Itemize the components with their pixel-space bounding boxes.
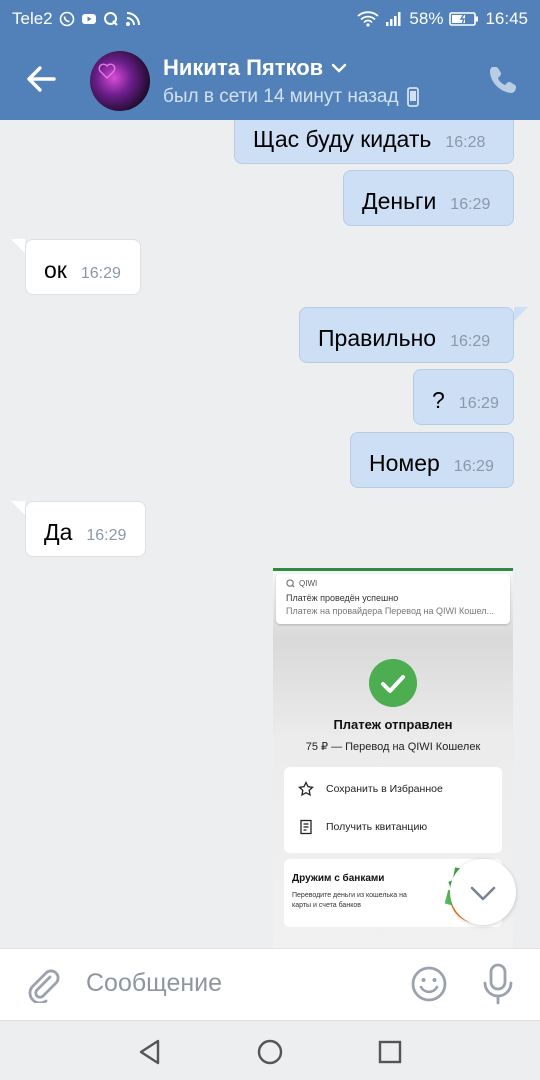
qiwi-icon bbox=[103, 12, 118, 26]
payment-subtitle: 75 ₽ — Перевод на QIWI Кошелек bbox=[305, 741, 481, 753]
notification-app-name: QIWI bbox=[299, 579, 318, 588]
bubble-tail bbox=[514, 307, 528, 321]
microphone-icon[interactable] bbox=[481, 963, 515, 1005]
avatar[interactable] bbox=[90, 51, 150, 111]
bubble-tail bbox=[11, 501, 25, 515]
message-time: 16:29 bbox=[458, 395, 499, 412]
notification-title: Платёж проведён успешно bbox=[286, 593, 399, 603]
nav-recents-icon[interactable] bbox=[375, 1037, 405, 1067]
promo-title: Дружим с банками bbox=[292, 873, 385, 884]
message-outgoing[interactable]: Правильно 16:29 bbox=[299, 307, 514, 363]
message-time: 16:29 bbox=[450, 196, 491, 213]
message-text: Щас буду кидать bbox=[253, 126, 432, 152]
message-text: Правильно bbox=[318, 325, 437, 351]
paperclip-icon[interactable] bbox=[24, 965, 62, 1003]
signal-icon bbox=[386, 12, 401, 26]
message-text: ок bbox=[44, 257, 67, 283]
chat-header: Никита Пятков был в сети 14 минут назад bbox=[0, 38, 540, 120]
mobile-device-icon bbox=[406, 87, 419, 107]
message-time: 16:29 bbox=[453, 458, 494, 475]
status-left: Tele2 bbox=[12, 9, 141, 29]
message-text: Деньги bbox=[362, 188, 437, 214]
message-incoming[interactable]: ок 16:29 bbox=[25, 239, 141, 295]
bubble-tail bbox=[11, 239, 25, 253]
clock: 16:45 bbox=[485, 9, 528, 28]
get-receipt-label: Получить квитанцию bbox=[326, 821, 428, 833]
message-outgoing[interactable]: ? 16:29 bbox=[413, 369, 514, 425]
save-favorite-label: Сохранить в Избранное bbox=[326, 783, 443, 795]
back-arrow-icon[interactable] bbox=[22, 60, 60, 98]
whatsapp-icon bbox=[59, 11, 74, 27]
message-input-placeholder: Сообщение bbox=[86, 969, 223, 997]
save-favorite-row: Сохранить в Избранное bbox=[298, 781, 443, 797]
message-outgoing[interactable]: Щас буду кидать 16:28 bbox=[234, 120, 514, 164]
nav-back-icon[interactable] bbox=[135, 1037, 165, 1067]
message-list[interactable]: Щас буду кидать 16:28 Деньги 16:29 ок 16… bbox=[0, 120, 540, 948]
star-icon bbox=[298, 781, 314, 797]
last-seen-row: был в сети 14 минут назад bbox=[163, 86, 419, 108]
chevron-down-icon bbox=[470, 886, 496, 901]
status-bar: Tele2 58% 16:45 bbox=[0, 0, 540, 38]
rss-icon bbox=[125, 12, 140, 26]
message-time: 16:29 bbox=[450, 333, 491, 350]
message-time: 16:29 bbox=[80, 265, 121, 282]
carrier-label: Tele2 bbox=[12, 9, 53, 28]
promo-text: Переводите деньги из кошелька на карты и… bbox=[292, 892, 407, 909]
qiwi-notification: QIWI Платёж проведён успешно Платеж на п… bbox=[276, 574, 510, 624]
chevron-down-icon bbox=[331, 63, 347, 73]
contact-name: Никита Пятков bbox=[163, 55, 324, 80]
youtube-icon bbox=[81, 14, 96, 24]
wifi-icon bbox=[357, 11, 380, 27]
emoji-icon[interactable] bbox=[410, 965, 448, 1003]
last-seen-text: был в сети 14 минут назад bbox=[163, 86, 399, 107]
system-nav-bar bbox=[0, 1020, 540, 1080]
message-outgoing[interactable]: Номер 16:29 bbox=[350, 432, 514, 488]
status-right: 58% 16:45 bbox=[357, 9, 528, 29]
payment-title: Платеж отправлен bbox=[333, 717, 453, 732]
message-text: Да bbox=[44, 519, 73, 545]
nav-home-icon[interactable] bbox=[255, 1037, 285, 1067]
actions-card: Сохранить в Избранное Получить квитанцию bbox=[284, 767, 502, 853]
success-check-icon bbox=[369, 659, 417, 707]
notification-body: Платеж на провайдера Перевод на QIWI Кош… bbox=[286, 606, 494, 616]
get-receipt-row: Получить квитанцию bbox=[298, 819, 427, 835]
battery-percent: 58% bbox=[409, 9, 444, 28]
scroll-down-button[interactable] bbox=[450, 859, 516, 925]
message-outgoing[interactable]: Деньги 16:29 bbox=[343, 170, 514, 226]
notification-app-row: QIWI bbox=[286, 579, 500, 588]
message-text: Номер bbox=[369, 450, 440, 476]
message-input[interactable]: Сообщение bbox=[86, 969, 222, 998]
message-time: 16:29 bbox=[86, 527, 127, 544]
qiwi-logo-icon bbox=[286, 579, 295, 588]
receipt-icon bbox=[300, 819, 312, 835]
phone-call-icon[interactable] bbox=[488, 64, 518, 94]
message-time: 16:28 bbox=[445, 134, 486, 151]
contact-name-row[interactable]: Никита Пятков bbox=[163, 55, 347, 81]
battery-icon bbox=[449, 12, 479, 26]
message-text: ? bbox=[432, 387, 445, 413]
message-incoming[interactable]: Да 16:29 bbox=[25, 501, 146, 557]
heart-icon bbox=[98, 63, 116, 79]
message-composer: Сообщение bbox=[0, 948, 540, 1020]
